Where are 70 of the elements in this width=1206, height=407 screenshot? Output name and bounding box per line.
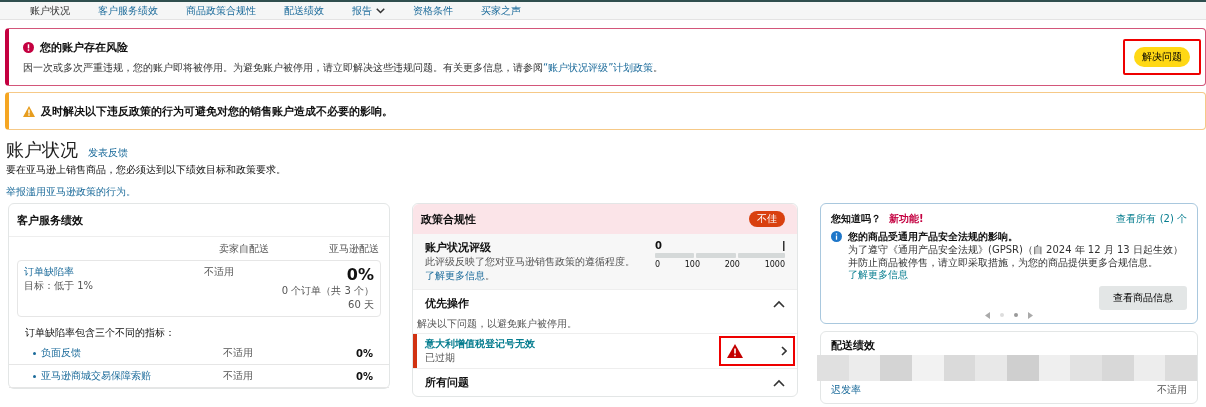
nav-tab[interactable]: 买家之声 — [467, 2, 535, 19]
nav-tab[interactable]: 商品政策合规性 — [172, 2, 270, 19]
section-note: 解决以下问题，以避免账户被停用。 — [416, 317, 578, 331]
section-title: 优先操作 — [425, 296, 469, 311]
nav-tab[interactable]: 配送绩效 — [270, 2, 338, 19]
issue-title: 意大利增值税登记号无效 — [425, 337, 536, 351]
chevron-icon[interactable] — [773, 378, 785, 387]
warning-icon — [727, 344, 743, 358]
rating-title: 账户状况评级 — [425, 240, 492, 255]
resolve-button[interactable]: 解决问题 — [1134, 47, 1190, 67]
metric-link[interactable]: 亚马逊商城交易保障索赔 — [41, 369, 151, 383]
report-link[interactable]: 举报滥用亚马逊政策的行为。 — [6, 185, 136, 199]
card-title: 客户服务绩效 — [9, 204, 389, 237]
card-title: 政策合规性 — [421, 211, 476, 227]
metric-value: 不适用 — [222, 369, 254, 383]
warning-icon — [23, 105, 35, 117]
column-header: 卖家自配送 — [218, 242, 270, 256]
page-title: 账户状况 — [6, 138, 78, 162]
metric-link[interactable]: 负面反馈 — [41, 346, 81, 360]
page-dot[interactable] — [1000, 313, 1004, 317]
new-feature-label: 新功能! — [889, 212, 924, 226]
metric-value: 不适用 — [1157, 382, 1187, 397]
issue-status: 已过期 — [425, 351, 456, 365]
metric-link[interactable]: 迟发率 — [831, 382, 861, 397]
section-title: 所有问题 — [425, 375, 469, 390]
notice-text: 为了遵守《通用产品安全法规》(GPSR)（自 2024 年 12 月 13 日起生效）并防止商品被停售，请立即采取措施，为您的商品提供更多合规信息。 了解更多信息 — [848, 244, 1184, 282]
page-dot[interactable] — [1014, 313, 1018, 317]
learn-more-link[interactable]: 了解更多信息 — [425, 270, 485, 281]
info-icon — [831, 231, 842, 242]
order-count: 0 个订单（共 3 个） — [280, 284, 374, 298]
period-label: 60 天 — [347, 298, 374, 312]
metric-value: 0% — [355, 347, 373, 359]
status-badge: 不佳 — [749, 211, 785, 227]
view-product-info-button[interactable]: 查看商品信息 — [1099, 285, 1187, 310]
bullet-icon — [33, 374, 36, 378]
nav-tab[interactable]: 客户服务绩效 — [84, 2, 172, 19]
metric-target: 目标：低于 1% — [24, 279, 95, 293]
card-title: 配送绩效 — [831, 337, 876, 353]
page-subtitle: 要在亚马逊上销售商品，您必须达到以下绩效目标和政策要求。 — [6, 163, 287, 177]
warning-text: 及时解决以下违反政策的行为可避免对您的销售账户造成不必要的影响。 — [41, 103, 393, 119]
scale-label: 0 — [655, 260, 661, 269]
rating-value: 0 — [655, 240, 662, 251]
bullet-icon — [33, 351, 36, 355]
chevron-right-icon[interactable] — [781, 346, 787, 356]
marker-icon — [783, 241, 785, 251]
nav-tab[interactable]: 账户状况 — [16, 2, 84, 19]
notice-title: 您的商品受通用产品安全法规的影响。 — [848, 230, 1019, 244]
learn-more-link[interactable]: 了解更多信息 — [848, 269, 908, 280]
metric-link[interactable]: 订单缺陷率 — [24, 266, 74, 277]
nav-tab[interactable]: 资格条件 — [399, 2, 467, 19]
metric-value: 0% — [355, 370, 373, 382]
metric-value: 不适用 — [203, 265, 235, 279]
column-header: 亚马逊配送 — [328, 242, 379, 256]
issue-row[interactable]: 意大利增值税登记号无效 已过期 — [413, 333, 797, 369]
scale-label: 100 — [684, 260, 701, 269]
chevron-down-icon[interactable] — [376, 7, 385, 14]
feedback-link[interactable]: 发表反馈 — [88, 146, 128, 160]
alert-text: 因一次或多次严重违规，您的账户即将被停用。为避免账户被停用，请立即解决这些违规问题。有关更多信息，请参阅“账户状况评级”计划政策。 — [23, 60, 665, 75]
scale-label: 1000 — [764, 260, 785, 269]
chevron-icon[interactable] — [773, 299, 785, 308]
alert-title: 您的账户存在风险 — [40, 39, 128, 55]
metric-value: 0% — [345, 265, 374, 284]
metric-value: 不适用 — [222, 346, 254, 360]
error-icon — [23, 41, 34, 53]
nav-tab[interactable]: 报告 — [338, 2, 399, 19]
scale-label: 200 — [724, 260, 740, 269]
tips-title: 您知道吗？ — [831, 212, 881, 226]
metric-note: 订单缺陷率包含三个不同的指标： — [24, 326, 176, 340]
view-all-link[interactable]: 查看所有 (2) 个 — [1116, 212, 1187, 226]
rating-text: 此评级反映了您对亚马逊销售政策的遵循程度。 了解更多信息。 — [425, 255, 636, 283]
